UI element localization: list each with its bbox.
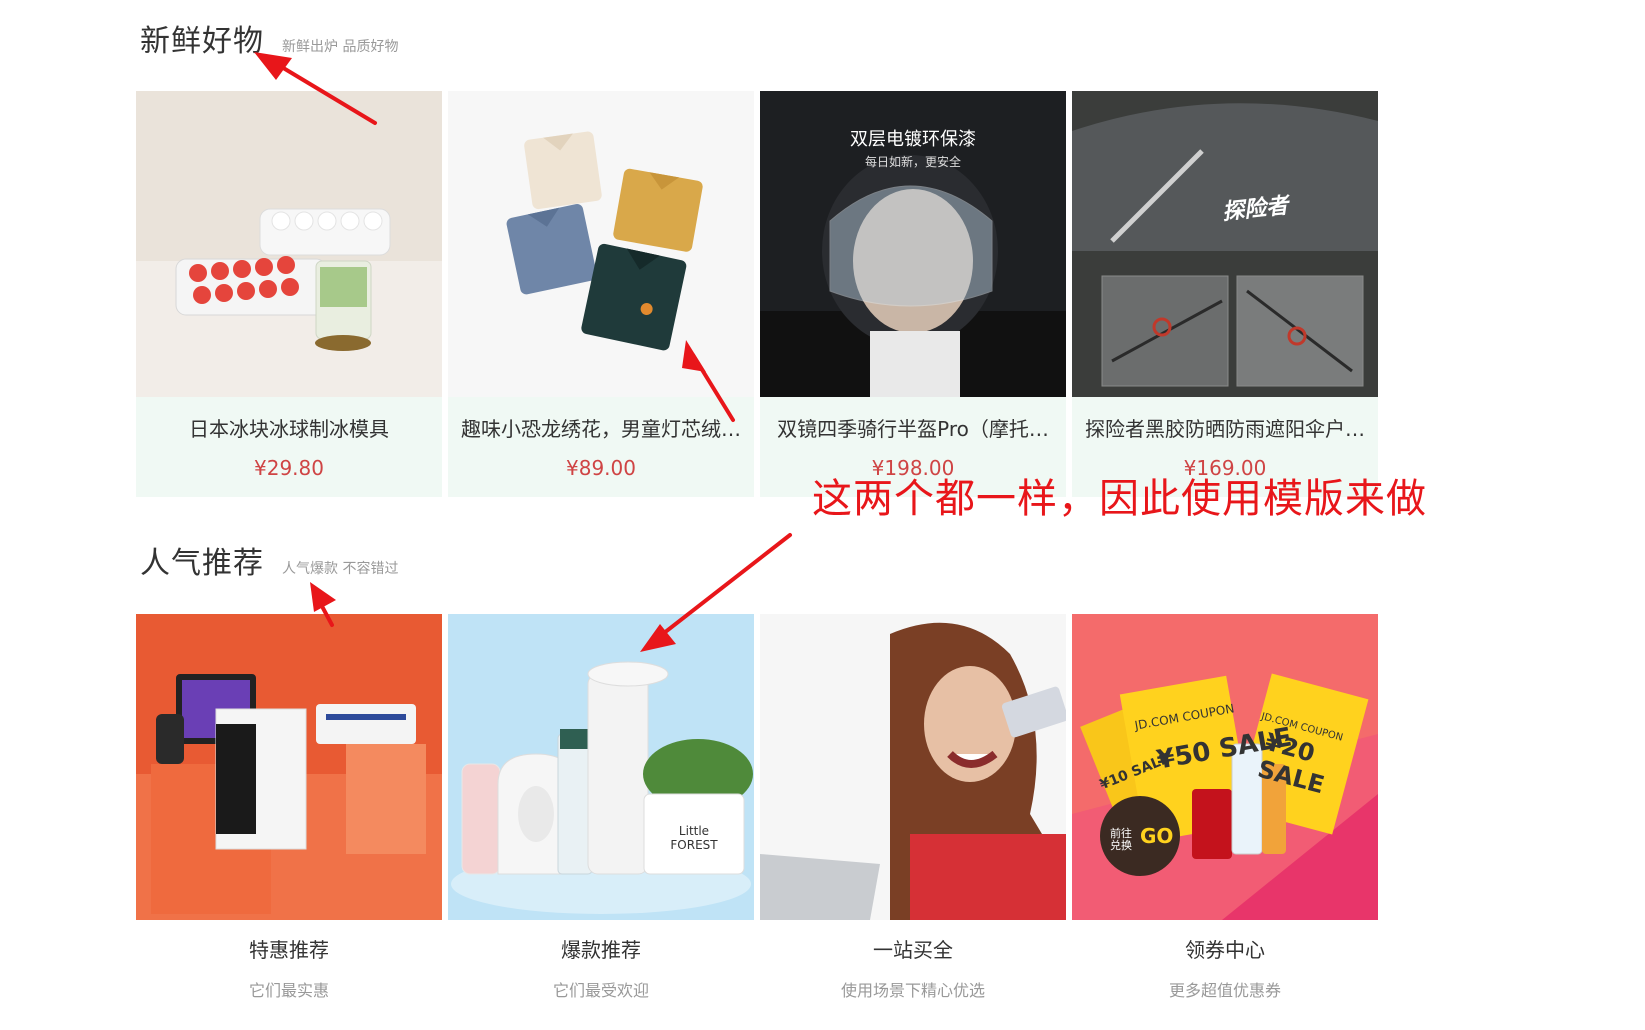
goods-info: 趣味小恐龙绣花，男童灯芯绒… ¥89.00: [448, 397, 754, 497]
hot-item-info: 一站买全 使用场景下精心优选: [760, 934, 1066, 1001]
fresh-goods-card[interactable]: 探险者 探险者黑胶防晒防雨遮阳伞户… ¥169.00: [1072, 91, 1378, 497]
hot-item-title[interactable]: 特惠推荐: [136, 934, 442, 963]
hot-item-info: 爆款推荐 它们最受欢迎: [448, 934, 754, 1001]
hot-item-image: JD.COM COUPON ¥50 SALE JD.COM COUPON ¥20…: [1072, 614, 1378, 920]
goods-name[interactable]: 日本冰块冰球制冰模具: [136, 397, 442, 442]
plant-pot-label: Little FOREST: [670, 824, 718, 852]
hot-item-info: 特惠推荐 它们最实惠: [136, 934, 442, 1001]
hot-section-title: 人气推荐: [140, 546, 264, 581]
hot-item-desc: 它们最实惠: [248, 981, 329, 1000]
hot-item-image: [136, 614, 442, 920]
hot-item-desc: 更多超值优惠券: [1168, 981, 1281, 1000]
arrowhead-hot-title: [310, 582, 336, 612]
goods-image: 探险者: [1072, 91, 1378, 397]
fresh-goods-card[interactable]: 日本冰块冰球制冰模具 ¥29.80: [136, 91, 442, 497]
hot-item-title[interactable]: 领券中心: [1072, 934, 1378, 963]
goods-image-subline: 每日如新，更安全: [864, 155, 961, 169]
hot-item-card[interactable]: JD.COM COUPON ¥50 SALE JD.COM COUPON ¥20…: [1072, 614, 1378, 1001]
goods-image: 双层电镀环保漆 每日如新，更安全: [760, 91, 1066, 397]
hot-item-title[interactable]: 爆款推荐: [448, 934, 754, 963]
goods-name[interactable]: 趣味小恐龙绣花，男童灯芯绒…: [448, 397, 754, 442]
hot-item-desc: 它们最受欢迎: [552, 981, 649, 1000]
fresh-goods-list: 日本冰块冰球制冰模具 ¥29.80 趣味小恐龙绣花，男童灯芯绒… ¥89.00: [136, 91, 1378, 497]
coupon-go-text: GO: [1140, 824, 1174, 848]
goods-info: 日本冰块冰球制冰模具 ¥29.80: [136, 397, 442, 497]
goods-image: [136, 91, 442, 397]
goods-image: [448, 91, 754, 397]
fresh-goods-card[interactable]: 趣味小恐龙绣花，男童灯芯绒… ¥89.00: [448, 91, 754, 497]
hot-item-card[interactable]: Little FOREST 爆款推荐 它们最受欢迎: [448, 614, 754, 1001]
hot-items-list: 特惠推荐 它们最实惠 Little FOREST 爆款推荐 它们最受欢迎 一站买…: [136, 614, 1378, 1001]
hot-item-title[interactable]: 一站买全: [760, 934, 1066, 963]
fresh-section-subtitle: 新鲜出炉 品质好物: [282, 39, 399, 55]
hot-item-card[interactable]: 一站买全 使用场景下精心优选: [760, 614, 1066, 1001]
fresh-goods-card[interactable]: 双层电镀环保漆 每日如新，更安全 双镜四季骑行半盔Pro（摩托… ¥198.00: [760, 91, 1066, 497]
hot-item-image: [760, 614, 1066, 920]
fresh-section-title: 新鲜好物: [140, 24, 264, 59]
goods-name[interactable]: 双镜四季骑行半盔Pro（摩托…: [760, 397, 1066, 442]
goods-image-brand: 探险者: [1221, 193, 1290, 226]
goods-price: ¥89.00: [566, 456, 636, 480]
goods-name[interactable]: 探险者黑胶防晒防雨遮阳伞户…: [1072, 397, 1378, 442]
hot-section-subtitle: 人气爆款 不容错过: [282, 561, 399, 577]
hot-item-card[interactable]: 特惠推荐 它们最实惠: [136, 614, 442, 1001]
fresh-section-header: 新鲜好物 新鲜出炉 品质好物: [140, 16, 398, 60]
hot-item-desc: 使用场景下精心优选: [840, 981, 985, 1000]
hot-item-image: Little FOREST: [448, 614, 754, 920]
hot-item-info: 领券中心 更多超值优惠券: [1072, 934, 1378, 1001]
goods-price: ¥29.80: [254, 456, 324, 480]
annotation-note: 这两个都一样，因此使用模版来做: [812, 476, 1427, 522]
goods-image-headline: 双层电镀环保漆: [850, 129, 976, 150]
hot-section-header: 人气推荐 人气爆款 不容错过: [140, 538, 398, 582]
coupon-go-label: 前往兑换: [1110, 827, 1132, 852]
